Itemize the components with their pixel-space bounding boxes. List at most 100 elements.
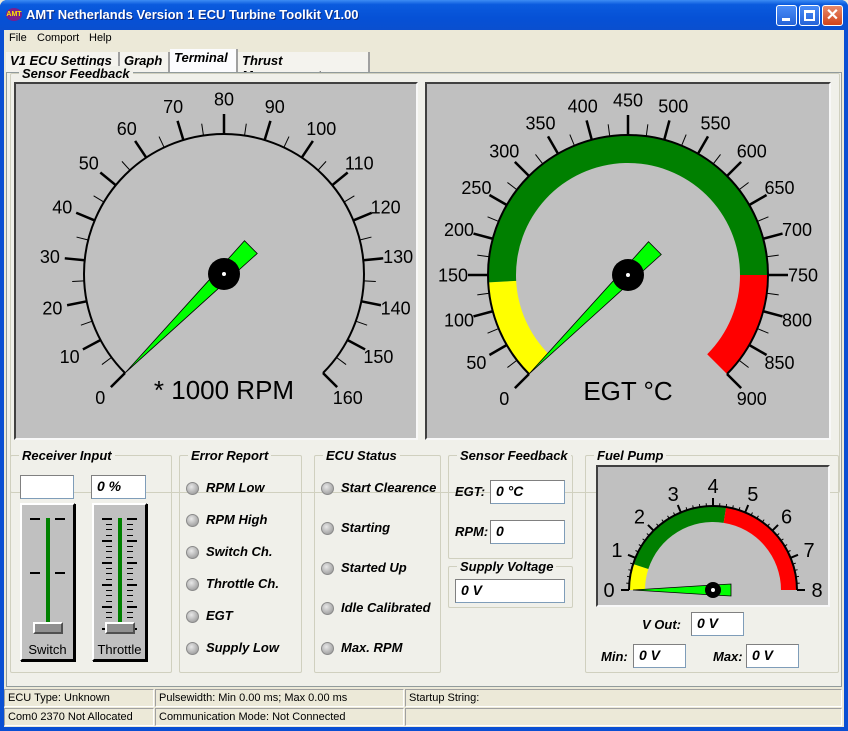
slider-tick xyxy=(102,562,112,564)
slider-tick xyxy=(55,572,65,574)
max-field[interactable]: 0 V xyxy=(746,644,799,668)
minor-tick xyxy=(761,519,765,523)
tab-thrust-management[interactable]: Thrust Management xyxy=(238,52,370,83)
minor-tick xyxy=(283,136,290,148)
maximize-icon xyxy=(804,10,815,21)
minor-tick xyxy=(336,356,347,365)
vout-label: V Out: xyxy=(642,617,681,632)
sensor-feedback-values-label: Sensor Feedback xyxy=(457,448,571,463)
major-tick xyxy=(322,372,339,389)
slider-tick xyxy=(127,545,133,547)
tick-label: 0 xyxy=(95,388,105,408)
tick-label: 50 xyxy=(466,353,486,373)
error-indicator: Switch Ch. xyxy=(186,544,301,562)
tick-label: 120 xyxy=(371,197,401,217)
minor-tick xyxy=(738,182,749,191)
tab-terminal[interactable]: Terminal xyxy=(170,49,238,72)
major-tick xyxy=(513,160,530,177)
minor-tick xyxy=(766,292,779,296)
error-report-label: Error Report xyxy=(188,448,272,463)
tick-label: 600 xyxy=(737,142,767,162)
status-communication-mode: Communication Mode: Not Connected xyxy=(155,708,404,726)
status-indicator-label: Max. RPM xyxy=(341,640,403,655)
maximize-button[interactable] xyxy=(799,5,820,26)
tick-label: 900 xyxy=(737,389,767,409)
status-com-port: Com0 2370 Not Allocated xyxy=(4,708,154,726)
fuel-pump-gauge: 0 12 3 4 5 67 8 xyxy=(596,465,830,607)
throttle-value-field[interactable]: 0 % xyxy=(91,475,146,499)
minor-tick xyxy=(757,216,769,222)
fuel-tick-label: 2 xyxy=(634,506,645,528)
client-area: File Comport Help V1 ECU Settings Graph … xyxy=(4,30,844,727)
egt-value-field[interactable]: 0 °C xyxy=(490,480,565,504)
tick-label: 700 xyxy=(782,220,812,240)
ecu-status-group: ECU Status Start Clearence Starting Starte… xyxy=(314,448,441,673)
menu-help[interactable]: Help xyxy=(89,32,112,44)
minor-tick xyxy=(794,569,798,571)
throttle-slider[interactable]: Throttle xyxy=(92,503,147,661)
major-tick xyxy=(82,338,102,351)
led-icon xyxy=(186,642,199,655)
fuel-tick-label: 4 xyxy=(707,476,718,498)
minimize-button[interactable] xyxy=(776,5,797,26)
gauge-caption: * 1000 RPM xyxy=(154,375,294,405)
slider-tick xyxy=(127,606,137,608)
rpm-value-field[interactable]: 0 xyxy=(490,520,565,544)
minor-tick xyxy=(93,195,105,203)
major-tick xyxy=(546,135,560,155)
status-indicator: Start Clearence xyxy=(321,480,436,498)
slider-tick xyxy=(106,534,112,536)
error-indicator: Throttle Ch. xyxy=(186,576,301,594)
switch-slider[interactable]: Switch xyxy=(20,503,75,661)
tick-label: 0 xyxy=(499,389,509,409)
status-indicator-label: Started Up xyxy=(341,560,407,575)
major-tick xyxy=(300,140,314,159)
major-tick xyxy=(627,553,636,559)
slider-tick xyxy=(106,617,112,618)
major-tick xyxy=(99,171,117,187)
slider-tick xyxy=(127,600,133,602)
major-tick xyxy=(647,524,655,532)
major-tick xyxy=(696,135,710,155)
tick-label: 100 xyxy=(306,119,336,139)
menu-comport[interactable]: Comport xyxy=(37,32,79,44)
error-indicator-label: Switch Ch. xyxy=(206,544,273,559)
title-bar[interactable]: AMT AMT Netherlands Version 1 ECU Turbin… xyxy=(0,0,848,30)
slider-tick xyxy=(102,518,112,520)
egt-gauge: 0 50 100 150 200 250 300 350 400 450 500 550 600 650 7… xyxy=(425,82,831,440)
status-indicator: Max. RPM xyxy=(321,640,436,658)
tick-label: 500 xyxy=(658,96,688,116)
min-field[interactable]: 0 V xyxy=(633,644,686,668)
switch-slider-thumb[interactable] xyxy=(33,622,63,634)
switch-value-field[interactable] xyxy=(20,475,74,499)
slider-tick xyxy=(106,551,112,552)
close-button[interactable]: ✕ xyxy=(822,5,843,26)
vout-field[interactable]: 0 V xyxy=(691,612,744,636)
tick-label: 350 xyxy=(525,114,555,134)
major-tick xyxy=(176,120,185,141)
slider-tick xyxy=(102,540,112,542)
minor-tick xyxy=(692,505,694,509)
slider-tick xyxy=(106,589,112,591)
slider-tick xyxy=(127,518,137,520)
tick-label: 80 xyxy=(214,89,234,109)
tick-label: 750 xyxy=(788,265,818,285)
minor-tick xyxy=(732,505,734,509)
menu-file[interactable]: File xyxy=(9,32,27,44)
menu-bar: File Comport Help xyxy=(4,30,844,48)
supply-voltage-field[interactable]: 0 V xyxy=(455,579,565,603)
throttle-slider-thumb[interactable] xyxy=(105,622,135,634)
close-icon: ✕ xyxy=(825,7,840,24)
major-tick xyxy=(663,120,671,141)
fuel-tick-label: 7 xyxy=(804,540,815,562)
tick-label: 800 xyxy=(782,311,812,331)
major-tick xyxy=(585,120,593,141)
major-tick xyxy=(361,300,382,307)
status-indicator-label: Starting xyxy=(341,520,391,535)
led-icon xyxy=(186,610,199,623)
switch-slider-label: Switch xyxy=(28,642,67,657)
status-indicator: Starting xyxy=(321,520,436,538)
led-icon xyxy=(321,602,334,615)
terminal-tab-page: Sensor Feedback 0 10 20 30 40 50 60 70 80 90 100 11… xyxy=(6,66,842,687)
fuel-needle-hub-center xyxy=(711,588,715,592)
